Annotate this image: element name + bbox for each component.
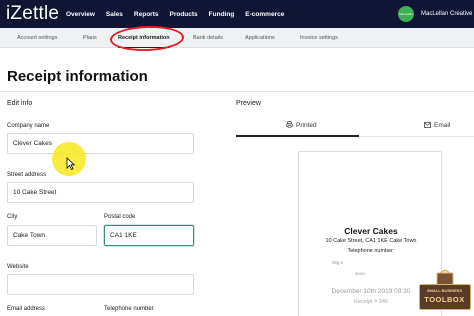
nav-reports[interactable]: Reports: [134, 11, 159, 18]
website-label: Website: [7, 264, 29, 270]
city-label: City: [7, 214, 18, 220]
small-business-toolbox-badge: SMALL BUSINESS TOOLBOX: [419, 266, 471, 314]
tab-bank-details[interactable]: Bank details: [193, 28, 223, 48]
nav-products[interactable]: Products: [169, 11, 197, 18]
badge-plate: SMALL BUSINESS TOOLBOX: [419, 284, 471, 310]
receipt-website: www.: [355, 271, 366, 276]
page-title: Receipt information: [7, 68, 148, 85]
city-input[interactable]: [7, 225, 97, 246]
nav-sales[interactable]: Sales: [106, 11, 123, 18]
tab-applications[interactable]: Applications: [245, 28, 275, 48]
receipt-org-number: Org n: [332, 260, 344, 265]
preview-heading: Preview: [236, 100, 261, 107]
envelope-icon: [424, 122, 431, 128]
mouse-pointer-icon: [66, 157, 75, 170]
izettle-logo[interactable]: iZettle: [6, 3, 59, 25]
tab-plans[interactable]: Plans: [83, 28, 97, 48]
receipt-company-name: Clever Cakes: [344, 226, 398, 236]
account-avatar[interactable]: MacLellan Creative: [398, 6, 414, 32]
nav-funding[interactable]: Funding: [209, 11, 235, 18]
postal-code-input[interactable]: [104, 225, 194, 246]
tab-email[interactable]: Email: [424, 118, 450, 137]
title-divider: [0, 91, 474, 92]
toolbox-icon: [436, 269, 454, 286]
edit-info-heading: Edit info: [7, 100, 33, 107]
tab-printed-label: Printed: [296, 122, 317, 129]
printer-icon: [286, 121, 293, 128]
receipt-telephone: Telephone number:: [347, 248, 395, 254]
company-name-input[interactable]: [7, 133, 194, 154]
website-input[interactable]: [7, 274, 194, 295]
main-nav: Overview Sales Reports Products Funding …: [66, 0, 295, 28]
badge-line-1: SMALL BUSINESS: [426, 288, 463, 293]
street-address-input[interactable]: [7, 182, 194, 203]
active-tab-indicator: [236, 135, 359, 137]
top-navigation-bar: iZettle Overview Sales Reports Products …: [0, 0, 474, 32]
email-address-label: Email address: [7, 306, 46, 312]
telephone-number-label: Telephone number: [104, 306, 154, 312]
account-name[interactable]: MacLellan Creative: [421, 0, 472, 28]
settings-tabs: Account settings Plans Receipt informati…: [0, 28, 474, 48]
postal-code-label: Postal code: [104, 214, 136, 220]
tab-invoice-settings[interactable]: Invoice settings: [300, 28, 338, 48]
street-address-label: Street address: [7, 172, 47, 178]
tab-email-label: Email: [434, 122, 451, 129]
nav-e-commerce[interactable]: E-commerce: [245, 11, 284, 18]
company-name-label: Company name: [7, 123, 50, 129]
tab-baseline: [359, 136, 474, 137]
badge-line-2: TOOLBOX: [424, 295, 465, 304]
nav-overview[interactable]: Overview: [66, 11, 95, 18]
tab-account-settings[interactable]: Account settings: [17, 28, 57, 48]
receipt-address: 10 Cake Street, CA1 1KE Cake Town: [325, 238, 417, 244]
